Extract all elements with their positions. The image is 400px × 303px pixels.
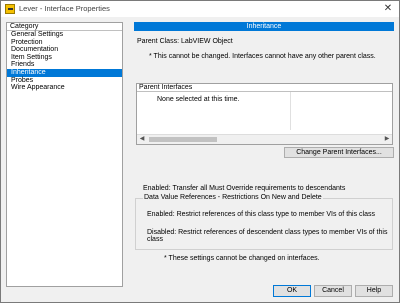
labview-class-icon xyxy=(5,4,15,14)
category-item-probes[interactable]: Probes xyxy=(7,77,122,85)
section-header: Inheritance xyxy=(134,22,394,31)
category-list[interactable]: Category General Settings Protection Doc… xyxy=(6,22,123,287)
category-item-item-settings[interactable]: Item Settings xyxy=(7,54,122,62)
cancel-button[interactable]: Cancel xyxy=(314,285,352,297)
scroll-right-icon[interactable]: ▶ xyxy=(382,135,392,144)
must-override-setting: Enabled: Transfer all Must Override requ… xyxy=(143,185,346,192)
horizontal-scrollbar[interactable]: ◀ ▶ xyxy=(137,134,392,144)
category-item-wire-appearance[interactable]: Wire Appearance xyxy=(7,84,122,92)
category-item-protection[interactable]: Protection xyxy=(7,39,122,47)
parent-class-note: * This cannot be changed. Interfaces can… xyxy=(149,53,376,60)
column-divider xyxy=(290,92,291,130)
category-header: Category xyxy=(7,23,122,31)
parent-interfaces-header: Parent Interfaces xyxy=(137,84,392,92)
scrollbar-thumb[interactable] xyxy=(149,137,217,142)
dvr-disabled-setting: Disabled: Restrict references of descend… xyxy=(147,229,388,243)
ok-button[interactable]: OK xyxy=(273,285,311,297)
category-item-friends[interactable]: Friends xyxy=(7,61,122,69)
scroll-left-icon[interactable]: ◀ xyxy=(137,135,147,144)
help-button[interactable]: Help xyxy=(355,285,393,297)
interface-properties-window: Lever - Interface Properties ✕ Category … xyxy=(0,0,400,303)
dvr-group-title: Data Value References - Restrictions On … xyxy=(143,194,323,201)
settings-note: * These settings cannot be changed on in… xyxy=(164,255,320,262)
window-title: Lever - Interface Properties xyxy=(19,4,110,13)
close-icon[interactable]: ✕ xyxy=(381,2,395,16)
category-item-inheritance[interactable]: Inheritance xyxy=(7,68,122,77)
dvr-enabled-setting: Enabled: Restrict references of this cla… xyxy=(147,211,375,218)
category-item-documentation[interactable]: Documentation xyxy=(7,46,122,54)
list-item: None selected at this time. xyxy=(157,96,240,103)
title-bar[interactable]: Lever - Interface Properties ✕ xyxy=(1,1,399,17)
category-item-general-settings[interactable]: General Settings xyxy=(7,31,122,39)
change-parent-interfaces-button[interactable]: Change Parent Interfaces... xyxy=(284,147,394,158)
parent-interfaces-list[interactable]: Parent Interfaces None selected at this … xyxy=(136,83,393,145)
parent-class-label: Parent Class: LabVIEW Object xyxy=(137,38,233,45)
